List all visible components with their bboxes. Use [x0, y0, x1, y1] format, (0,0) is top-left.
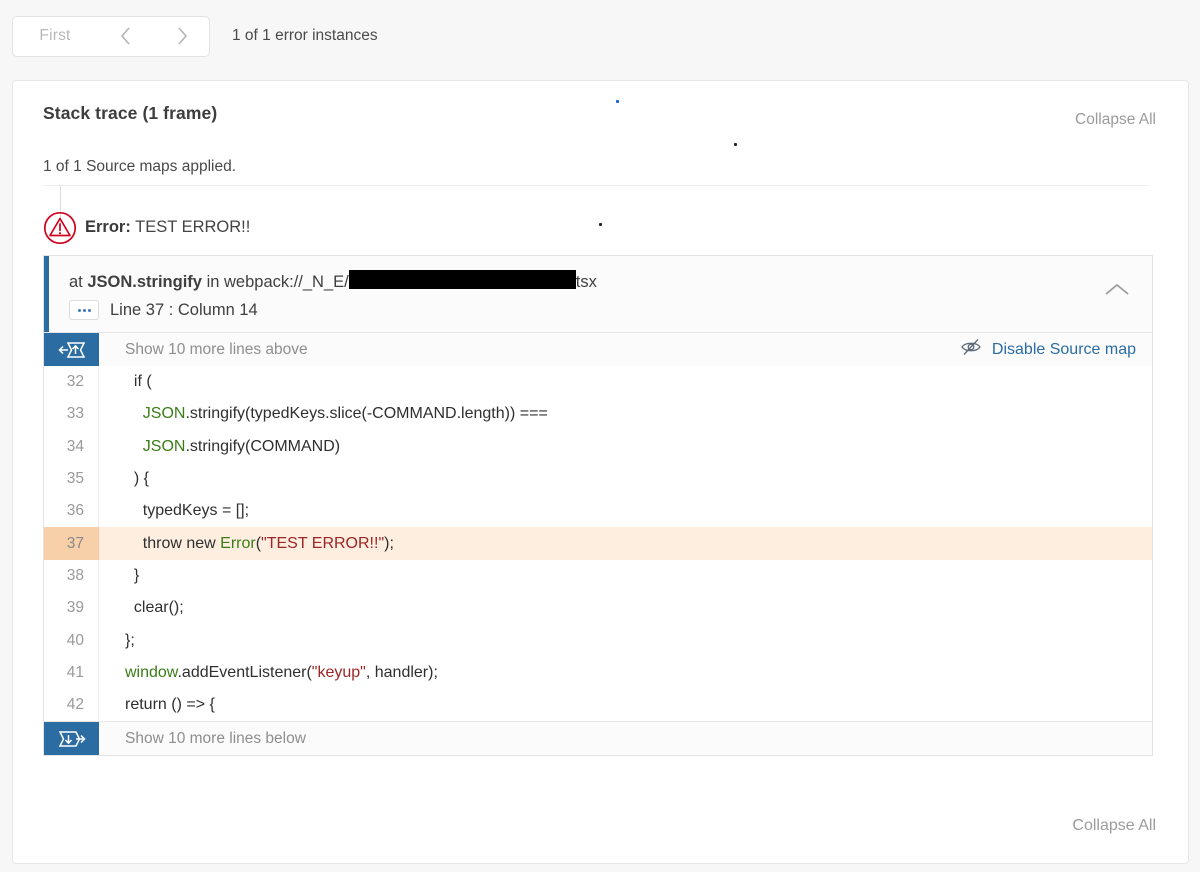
artifact-dot	[616, 100, 619, 103]
code-line: 40};	[44, 624, 1152, 657]
code-line: 37 throw new Error("TEST ERROR!!");	[44, 527, 1152, 560]
code-line: 35 ) {	[44, 462, 1152, 496]
disable-source-map-label: Disable Source map	[991, 340, 1136, 358]
chevron-right-icon[interactable]	[154, 25, 211, 47]
code-token: .stringify(COMMAND)	[185, 437, 341, 455]
collapse-all-bottom-button[interactable]: Collapse All	[1072, 817, 1156, 835]
line-number: 36	[44, 495, 99, 528]
frame-line-column: Line 37 : Column 14	[110, 300, 258, 319]
code-token-green: JSON	[142, 437, 186, 455]
error-instance-count: 1 of 1 error instances	[232, 27, 378, 44]
disable-source-map-button[interactable]: Disable Source map	[960, 333, 1152, 366]
code-text: typedKeys = [];	[99, 502, 1152, 520]
code-line: 39 clear();	[44, 592, 1152, 625]
code-text: }	[99, 567, 1152, 585]
in-word: in	[206, 273, 220, 291]
page-title: Stack trace (1 frame)	[43, 103, 218, 123]
code-text: window.addEventListener("keyup", handler…	[99, 664, 1152, 682]
show-lines-above-label[interactable]: Show 10 more lines above	[99, 333, 960, 366]
expand-down-icon[interactable]	[44, 722, 99, 756]
source-maps-status: 1 of 1 Source maps applied.	[43, 158, 237, 175]
code-token: );	[384, 534, 394, 552]
expand-up-icon[interactable]	[44, 333, 99, 366]
line-number: 37	[44, 527, 99, 560]
code-token-str: "TEST ERROR!!"	[261, 534, 385, 552]
code-line: 41 window.addEventListener("keyup", handl…	[44, 656, 1152, 689]
error-summary-row: Error: TEST ERROR!!	[43, 185, 1153, 251]
code-token: throw new	[125, 534, 221, 552]
error-message: Error: TEST ERROR!!	[85, 218, 250, 237]
stack-trace-header: Stack trace (1 frame) Collapse All	[13, 81, 1188, 143]
code-text: return () => {	[99, 696, 1152, 714]
code-token: .stringify(typedKeys.slice(-COMMAND.leng…	[185, 405, 548, 423]
eye-slash-icon	[960, 338, 982, 361]
error-pagination-bar: First 1 of 1 error instances	[0, 0, 1200, 72]
collapse-all-top-button[interactable]: Collapse All	[1075, 111, 1156, 129]
code-token: ) {	[125, 470, 150, 488]
frame-location-row: Line 37 : Column 14	[69, 300, 258, 320]
chevron-up-icon[interactable]	[1104, 282, 1130, 303]
file-path-prefix: webpack://_N_E/	[224, 273, 349, 291]
line-number: 34	[44, 430, 99, 463]
error-triangle-icon	[43, 211, 77, 245]
frame-function-location: at JSON.stringify in webpack://_N_E/tsx	[69, 270, 597, 292]
error-message-text: TEST ERROR!!	[135, 218, 251, 236]
line-number: 42	[44, 688, 99, 722]
code-token-green: window	[125, 663, 178, 681]
stack-trace-card: Stack trace (1 frame) Collapse All 1 of …	[12, 80, 1189, 864]
code-text: ) {	[99, 470, 1152, 488]
divider	[43, 185, 1149, 186]
code-token: };	[125, 631, 135, 649]
code-token: .addEventListener(	[177, 663, 312, 681]
line-number: 39	[44, 592, 99, 625]
code-line: 32 if (	[44, 366, 1152, 399]
stack-frame: at JSON.stringify in webpack://_N_E/tsx …	[43, 255, 1153, 757]
source-code-listing: 32 if (33 JSON.stringify(typedKeys.slice…	[44, 366, 1152, 722]
code-token: }	[125, 566, 140, 584]
code-token: typedKeys = [];	[125, 502, 250, 520]
code-text: };	[99, 632, 1152, 650]
code-text: if (	[99, 373, 1152, 391]
pagination-control[interactable]: First	[12, 15, 211, 57]
code-text: clear();	[99, 599, 1152, 617]
code-line: 34 JSON.stringify(COMMAND)	[44, 430, 1152, 463]
code-token-green: Error	[220, 534, 256, 552]
code-token: , handler);	[365, 663, 438, 681]
show-lines-below-label[interactable]: Show 10 more lines below	[99, 722, 1152, 755]
code-token-green: JSON	[142, 405, 186, 423]
line-number: 41	[44, 656, 99, 689]
error-label: Error:	[85, 218, 131, 236]
file-path-suffix: tsx	[575, 273, 597, 291]
artifact-dot	[599, 223, 602, 226]
function-name: JSON.stringify	[87, 273, 202, 291]
show-lines-above-bar: Show 10 more lines above Disable Source …	[44, 332, 1152, 366]
show-lines-below-bar: Show 10 more lines below	[44, 721, 1152, 756]
at-prefix: at	[69, 273, 83, 291]
line-number: 38	[44, 559, 99, 593]
line-number: 32	[44, 366, 99, 399]
code-text: throw new Error("TEST ERROR!!");	[99, 535, 1152, 553]
code-text: JSON.stringify(COMMAND)	[99, 438, 1152, 456]
line-number: 35	[44, 462, 99, 496]
code-line: 33 JSON.stringify(typedKeys.slice(-COMMA…	[44, 398, 1152, 431]
redacted-path-bar	[348, 270, 576, 289]
code-line: 38 }	[44, 559, 1152, 593]
chevron-left-icon[interactable]	[97, 25, 154, 47]
line-number: 33	[44, 398, 99, 431]
line-number: 40	[44, 624, 99, 657]
code-token: if (	[125, 373, 152, 391]
first-button[interactable]: First	[13, 27, 97, 45]
stack-frame-header[interactable]: at JSON.stringify in webpack://_N_E/tsx …	[44, 256, 1152, 332]
code-line: 42 return () => {	[44, 688, 1152, 722]
ellipsis-button[interactable]	[69, 300, 99, 320]
artifact-dot	[734, 143, 737, 146]
code-token-str: "keyup"	[311, 663, 366, 681]
code-text: JSON.stringify(typedKeys.slice(-COMMAND.…	[99, 405, 1152, 423]
code-line: 36 typedKeys = [];	[44, 495, 1152, 528]
code-token: clear();	[125, 599, 184, 617]
code-token: return () => {	[125, 696, 215, 714]
